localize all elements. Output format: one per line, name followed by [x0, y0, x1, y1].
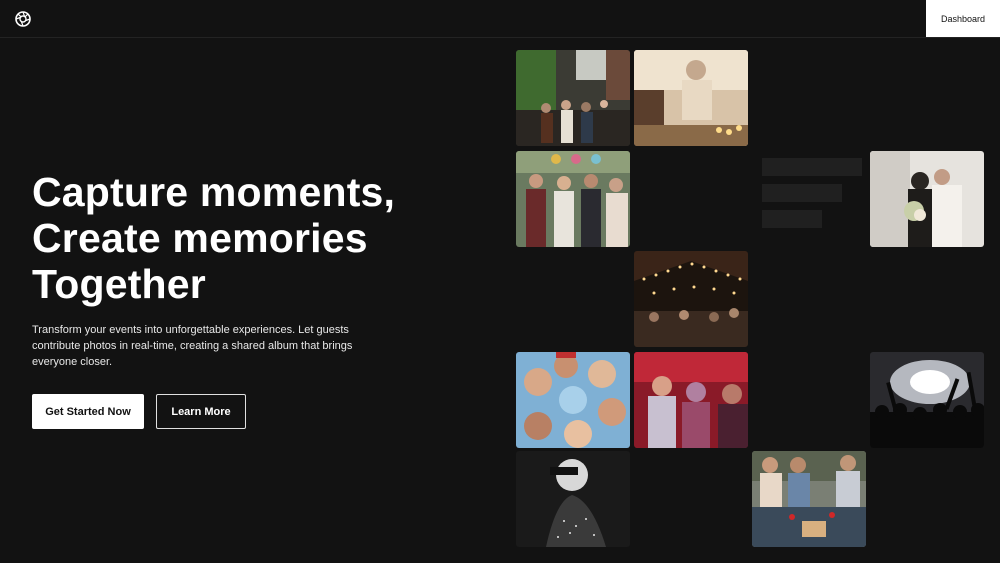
photo-wedding-couple [870, 151, 984, 247]
photo-friends-red-light [634, 352, 748, 448]
photo-friends-circle-selfie [516, 352, 630, 448]
photo-elderly-woman-candles [634, 50, 748, 146]
aperture-icon[interactable] [15, 11, 31, 27]
photo-street-crowd [516, 50, 630, 146]
photo-concert-crowd [870, 352, 984, 448]
hero-subtitle: Transform your events into unforgettable… [32, 324, 353, 368]
get-started-button[interactable]: Get Started Now [32, 394, 144, 429]
photo-birthday-party-toast [516, 151, 630, 247]
hero-title: Capture moments, Create memories Togethe… [32, 169, 472, 307]
top-bar: Dashboard [0, 0, 1000, 38]
photo-picnic-friends [752, 451, 866, 547]
ghost-decoration [762, 158, 862, 228]
hero-title-line-3: Together [32, 261, 206, 307]
dashboard-button[interactable]: Dashboard [926, 0, 1000, 37]
hero-title-line-1: Capture moments, [32, 169, 396, 215]
hero-title-line-2: Create memories [32, 215, 368, 261]
photo-string-lights-party [634, 251, 748, 347]
learn-more-button[interactable]: Learn More [156, 394, 246, 429]
photo-bw-portrait [516, 451, 630, 547]
